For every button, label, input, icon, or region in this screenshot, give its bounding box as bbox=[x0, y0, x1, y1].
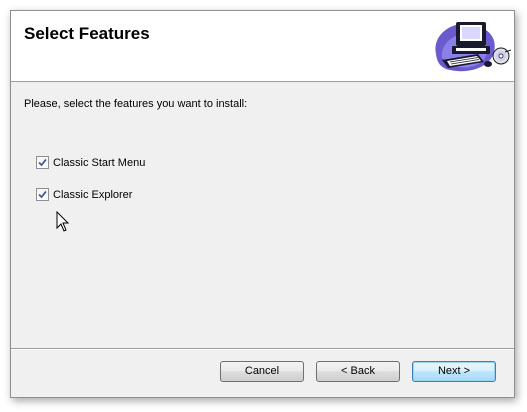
checkmark-icon bbox=[38, 158, 47, 167]
next-button[interactable]: Next > bbox=[412, 361, 496, 382]
computer-with-cd-icon bbox=[435, 22, 512, 72]
option-label: Classic Start Menu bbox=[53, 156, 146, 169]
option-classic-start-menu[interactable]: Classic Start Menu bbox=[36, 156, 145, 169]
option-label: Classic Explorer bbox=[53, 188, 133, 201]
checkbox-classic-explorer[interactable] bbox=[36, 188, 49, 201]
checkmark-icon bbox=[38, 190, 47, 199]
installer-window: Select Features Please, select the featu… bbox=[10, 10, 515, 398]
footer-separator bbox=[11, 348, 514, 350]
mouse-pointer-icon bbox=[56, 211, 70, 232]
back-button[interactable]: < Back bbox=[316, 361, 400, 382]
checkbox-classic-start-menu[interactable] bbox=[36, 156, 49, 169]
cancel-button[interactable]: Cancel bbox=[220, 361, 304, 382]
instructions-text: Please, select the features you want to … bbox=[24, 98, 248, 110]
option-classic-explorer[interactable]: Classic Explorer bbox=[36, 188, 132, 201]
page-title: Select Features bbox=[24, 24, 150, 43]
header-panel: Select Features bbox=[11, 11, 514, 82]
